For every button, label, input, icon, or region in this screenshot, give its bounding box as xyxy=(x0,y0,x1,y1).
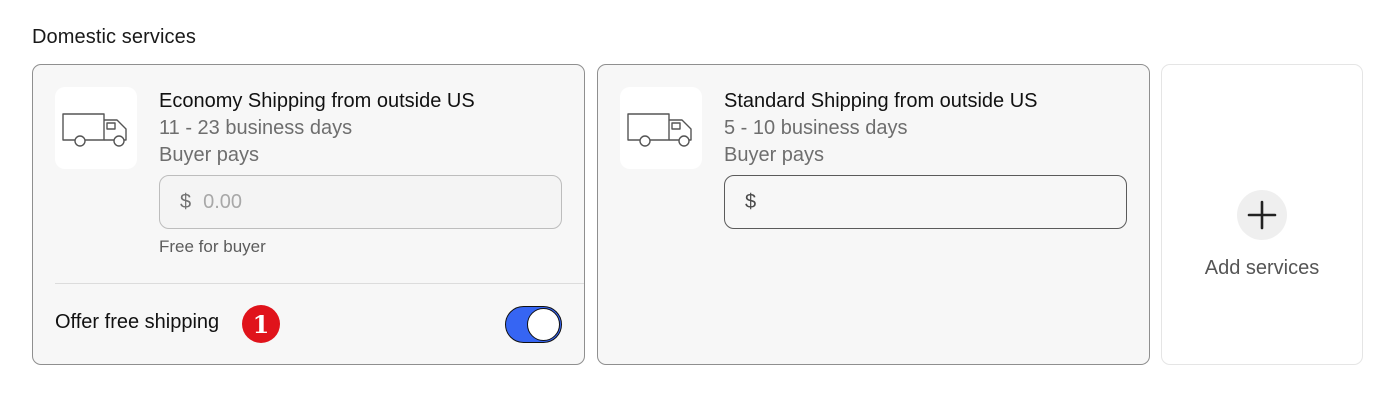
section-title: Domestic services xyxy=(32,26,196,48)
service-card-economy[interactable]: Economy Shipping from outside US 11 - 23… xyxy=(32,64,585,365)
divider xyxy=(55,283,584,284)
offer-free-shipping-label: Offer free shipping xyxy=(55,311,220,333)
currency-symbol: $ xyxy=(745,190,757,213)
service-duration: 11 - 23 business days xyxy=(159,117,353,139)
price-input[interactable] xyxy=(203,190,524,214)
service-info: Economy Shipping from outside US 11 - 23… xyxy=(159,87,475,169)
service-payer: Buyer pays xyxy=(159,144,260,166)
free-for-buyer-note: Free for buyer xyxy=(159,237,266,256)
price-field[interactable]: $ xyxy=(724,175,1127,229)
service-duration: 5 - 10 business days xyxy=(724,117,908,139)
free-shipping-toggle[interactable] xyxy=(505,306,562,343)
add-circle xyxy=(1237,190,1287,240)
truck-icon xyxy=(62,113,127,147)
truck-icon xyxy=(627,113,692,147)
step-badge: 1 xyxy=(242,305,280,343)
add-services-button[interactable]: Add services xyxy=(1161,64,1363,365)
currency-symbol: $ xyxy=(180,190,192,213)
service-payer: Buyer pays xyxy=(724,144,825,166)
service-icon-box xyxy=(55,87,137,169)
service-name: Economy Shipping from outside US xyxy=(159,90,475,112)
service-info: Standard Shipping from outside US 5 - 10… xyxy=(724,87,1038,169)
service-icon-box xyxy=(620,87,702,169)
plus-icon xyxy=(1247,200,1277,230)
toggle-knob xyxy=(527,308,560,341)
price-input[interactable] xyxy=(768,190,1089,214)
add-services-label: Add services xyxy=(1204,257,1320,279)
service-name: Standard Shipping from outside US xyxy=(724,90,1038,112)
service-card-standard[interactable]: Standard Shipping from outside US 5 - 10… xyxy=(597,64,1150,365)
price-field[interactable]: $ xyxy=(159,175,562,229)
